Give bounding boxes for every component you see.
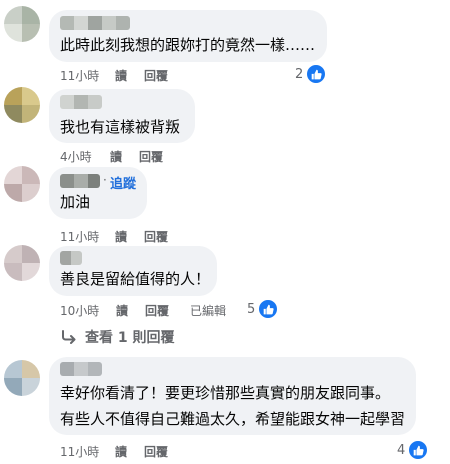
- avatar[interactable]: [4, 87, 40, 123]
- comment-time[interactable]: 11小時: [60, 67, 99, 84]
- comment-text: 幸好你看清了！要更珍惜那些真實的朋友跟同事。: [60, 384, 391, 402]
- avatar[interactable]: [4, 245, 40, 281]
- commenter-name-blurred[interactable]: [60, 95, 102, 109]
- reply-button[interactable]: 回覆: [144, 228, 168, 245]
- avatar[interactable]: [4, 166, 40, 202]
- read-link[interactable]: 讀: [110, 148, 122, 165]
- avatar[interactable]: [4, 6, 40, 42]
- comment-time[interactable]: 11小時: [60, 228, 99, 245]
- separator-dot: ·: [103, 173, 107, 187]
- reply-button[interactable]: 回覆: [144, 67, 168, 84]
- reply-button[interactable]: 回覆: [145, 302, 169, 319]
- edited-label: 已編輯: [190, 304, 227, 318]
- comment-time[interactable]: 11小時: [60, 443, 99, 460]
- read-link[interactable]: 讀: [116, 302, 128, 319]
- comment-text: 善良是留給值得的人！: [60, 270, 211, 288]
- like-icon: [306, 64, 327, 84]
- reaction-count[interactable]: 4: [397, 440, 429, 460]
- reaction-count[interactable]: 2: [295, 64, 327, 84]
- read-link[interactable]: 讀: [115, 67, 127, 84]
- read-link[interactable]: 讀: [115, 443, 127, 460]
- reply-arrow-icon: [62, 330, 76, 344]
- comment-text: 有些人不值得自己難過太久，希望能跟女神一起學習: [60, 410, 406, 428]
- comment-text: 加油: [60, 193, 91, 211]
- read-link[interactable]: 讀: [115, 228, 127, 245]
- commenter-name-blurred[interactable]: [60, 174, 100, 188]
- commenter-name-blurred[interactable]: [60, 251, 82, 265]
- like-icon: [408, 440, 429, 460]
- avatar[interactable]: [4, 360, 40, 396]
- commenter-name-blurred[interactable]: [60, 16, 130, 30]
- follow-button[interactable]: 追蹤: [110, 173, 136, 192]
- comment-text: 此時此刻我想的跟妳打的竟然一樣……: [60, 36, 316, 54]
- comment-time[interactable]: 10小時: [60, 302, 99, 319]
- reaction-count[interactable]: 5: [247, 299, 279, 319]
- comment-time[interactable]: 4小時: [60, 148, 92, 165]
- comment-thread: 此時此刻我想的跟妳打的竟然一樣…… 11小時 讀 回覆 2 我也有這樣被背叛 4…: [0, 0, 450, 464]
- comment-text: 我也有這樣被背叛: [60, 118, 181, 136]
- reply-button[interactable]: 回覆: [144, 443, 168, 460]
- commenter-name-blurred[interactable]: [60, 362, 102, 376]
- like-icon: [258, 299, 279, 319]
- view-replies-button[interactable]: 查看 1 則回覆: [61, 327, 175, 347]
- reply-button[interactable]: 回覆: [139, 148, 163, 165]
